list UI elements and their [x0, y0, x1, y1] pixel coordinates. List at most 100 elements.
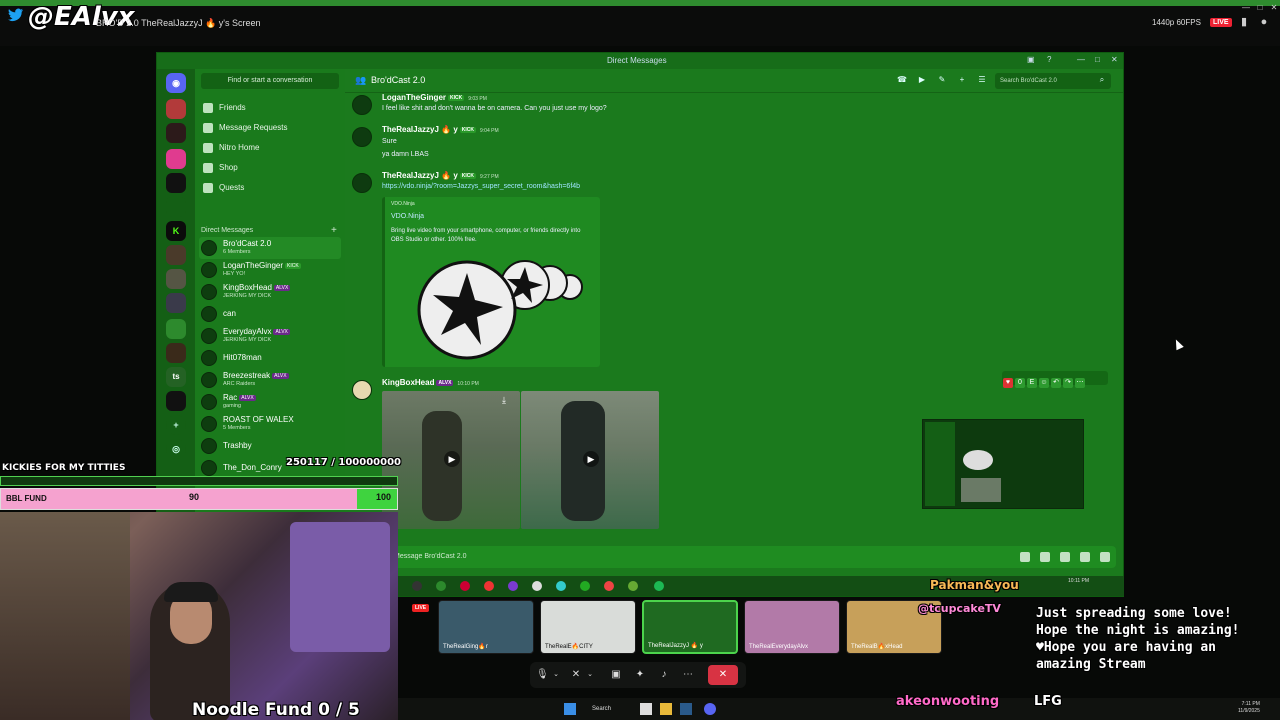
nav-message-requests[interactable]: Message Requests [201, 119, 341, 137]
server-icon[interactable] [166, 319, 186, 339]
heart-reaction-icon[interactable]: ♥ [1003, 378, 1013, 388]
dm-item[interactable]: can [199, 303, 341, 325]
voice-call-icon[interactable]: ☎ [897, 75, 907, 85]
window-minimize-icon[interactable]: — [1077, 55, 1085, 64]
video-attachment[interactable]: ▶ [521, 391, 659, 529]
play-icon[interactable]: ▶ [444, 451, 460, 467]
dm-item[interactable]: EverydayAlvx ALVX JERKING MY DICK [199, 325, 341, 347]
search-input[interactable]: Search Bro'dCast 2.0 [995, 73, 1111, 89]
maximize-icon[interactable]: □ [1254, 2, 1266, 14]
nav-shop[interactable]: Shop [201, 159, 341, 177]
taskbar-search[interactable]: Search [584, 702, 628, 716]
stream-thumbnail[interactable]: TheRealJazzyJ 🔥 y [642, 600, 738, 654]
dm-item[interactable]: Hit078man [199, 347, 341, 369]
task-view-icon[interactable] [640, 703, 652, 715]
minimize-icon[interactable]: — [1240, 2, 1252, 14]
gif-icon[interactable] [1040, 552, 1050, 562]
discover-icon[interactable]: ◎ [166, 439, 186, 459]
member-list-icon[interactable]: ☰ [977, 75, 987, 85]
dm-item[interactable]: KingBoxHead ALVX JERKING MY DICK [199, 281, 341, 303]
server-icon[interactable] [166, 149, 186, 169]
reaction-icon[interactable]: E [1027, 378, 1037, 388]
reply-icon[interactable]: ↶ [1051, 378, 1061, 388]
video-call-icon[interactable]: ▶ [917, 75, 927, 85]
app-icon[interactable] [580, 581, 590, 591]
nav-friends[interactable]: Friends [201, 99, 341, 117]
app-icon[interactable] [508, 581, 518, 591]
dm-item[interactable]: LoganTheGinger KICK HEY YO! [199, 259, 341, 281]
app-icon[interactable] [412, 581, 422, 591]
camera-off-icon[interactable]: ✕ [570, 669, 582, 681]
dm-item[interactable]: Rac ALVX gaming [199, 391, 341, 413]
server-icon[interactable] [166, 197, 186, 217]
screen-share-icon[interactable]: ▣ [610, 669, 622, 681]
help-icon[interactable]: ? [1047, 55, 1051, 64]
soundboard-icon[interactable]: ♪ [658, 669, 670, 681]
server-icon[interactable] [166, 173, 186, 193]
server-icon[interactable]: ts [166, 367, 186, 387]
sticker-icon[interactable] [1060, 552, 1070, 562]
inbox-icon[interactable]: ▣ [1027, 55, 1035, 64]
stream-thumbnail[interactable]: TheRealEverydayAlvx [744, 600, 840, 654]
reaction-icon[interactable]: 0 [1015, 378, 1025, 388]
dm-item[interactable]: Bro'dCast 2.0 6 Members [199, 237, 341, 259]
app-icon[interactable] [604, 581, 614, 591]
server-icon[interactable] [166, 391, 186, 411]
stream-thumbnail[interactable]: TheRealE🔥CITY [540, 600, 636, 654]
app-icon[interactable] [460, 581, 470, 591]
apps-icon[interactable] [1100, 552, 1110, 562]
chevron-down-icon[interactable]: ⌄ [550, 669, 562, 681]
window-maximize-icon[interactable]: □ [1095, 55, 1100, 64]
bookmark-icon[interactable]: ▮ [1238, 16, 1250, 28]
download-icon[interactable]: ⤓ [502, 395, 514, 407]
stream-preview-thumbnail[interactable] [922, 419, 1084, 509]
microphone-icon[interactable]: 🎙 [536, 669, 549, 681]
server-icon[interactable] [166, 123, 186, 143]
video-attachment[interactable]: ▶ ⤓ [382, 391, 520, 529]
dm-item[interactable]: ROAST OF WALEX 5 Members [199, 413, 341, 435]
server-icon[interactable] [166, 99, 186, 119]
chevron-down-icon[interactable]: ⌄ [584, 669, 596, 681]
find-conversation-input[interactable]: Find or start a conversation [201, 73, 339, 89]
dm-item[interactable]: Trashby [199, 435, 341, 457]
app-icon[interactable] [484, 581, 494, 591]
add-friends-icon[interactable]: + [957, 75, 967, 85]
add-reaction-icon[interactable]: ☺ [1039, 378, 1049, 388]
add-server-icon[interactable]: + [166, 415, 186, 435]
dm-item[interactable]: Breezestreak ALVX ARC Raiders [199, 369, 341, 391]
app-icon[interactable] [628, 581, 638, 591]
close-icon[interactable]: ✕ [1268, 2, 1280, 14]
app-icon[interactable] [556, 581, 566, 591]
chat-bubble-icon[interactable]: ● [1258, 16, 1270, 28]
server-icon[interactable] [166, 293, 186, 313]
gift-icon[interactable] [1020, 552, 1030, 562]
server-icon[interactable] [166, 245, 186, 265]
server-icon[interactable] [166, 343, 186, 363]
nav-nitro-home[interactable]: Nitro Home [201, 139, 341, 157]
windows-start-icon[interactable] [564, 703, 576, 715]
steam-icon[interactable] [680, 703, 692, 715]
nav-quests[interactable]: Quests [201, 179, 341, 197]
play-icon[interactable]: ▶ [583, 451, 599, 467]
file-explorer-icon[interactable] [660, 703, 672, 715]
xbox-icon[interactable] [436, 581, 446, 591]
kick-server-icon[interactable]: K [166, 221, 186, 241]
create-dm-icon[interactable]: + [331, 225, 337, 236]
discord-icon[interactable] [704, 703, 716, 715]
more-icon[interactable]: ⋯ [682, 669, 694, 681]
window-close-icon[interactable]: ✕ [1111, 55, 1118, 64]
embed-title[interactable]: VDO.Ninja [391, 213, 424, 220]
discord-home-icon[interactable]: ◉ [166, 73, 186, 93]
message-link[interactable]: https://vdo.ninja/?room=Jazzys_super_sec… [382, 183, 580, 190]
stream-thumbnail[interactable]: TheRealGing🔥r [438, 600, 534, 654]
emoji-icon[interactable] [1080, 552, 1090, 562]
disconnect-button[interactable]: ✕ [708, 665, 738, 685]
obs-icon[interactable] [532, 581, 542, 591]
pin-icon[interactable]: ✎ [937, 75, 947, 85]
activities-icon[interactable]: ✦ [634, 669, 646, 681]
spotify-icon[interactable] [654, 581, 664, 591]
message-input[interactable]: Message Bro'dCast 2.0 [352, 546, 1116, 568]
server-icon[interactable] [166, 269, 186, 289]
more-icon[interactable]: ⋯ [1075, 378, 1085, 388]
forward-icon[interactable]: ↷ [1063, 378, 1073, 388]
